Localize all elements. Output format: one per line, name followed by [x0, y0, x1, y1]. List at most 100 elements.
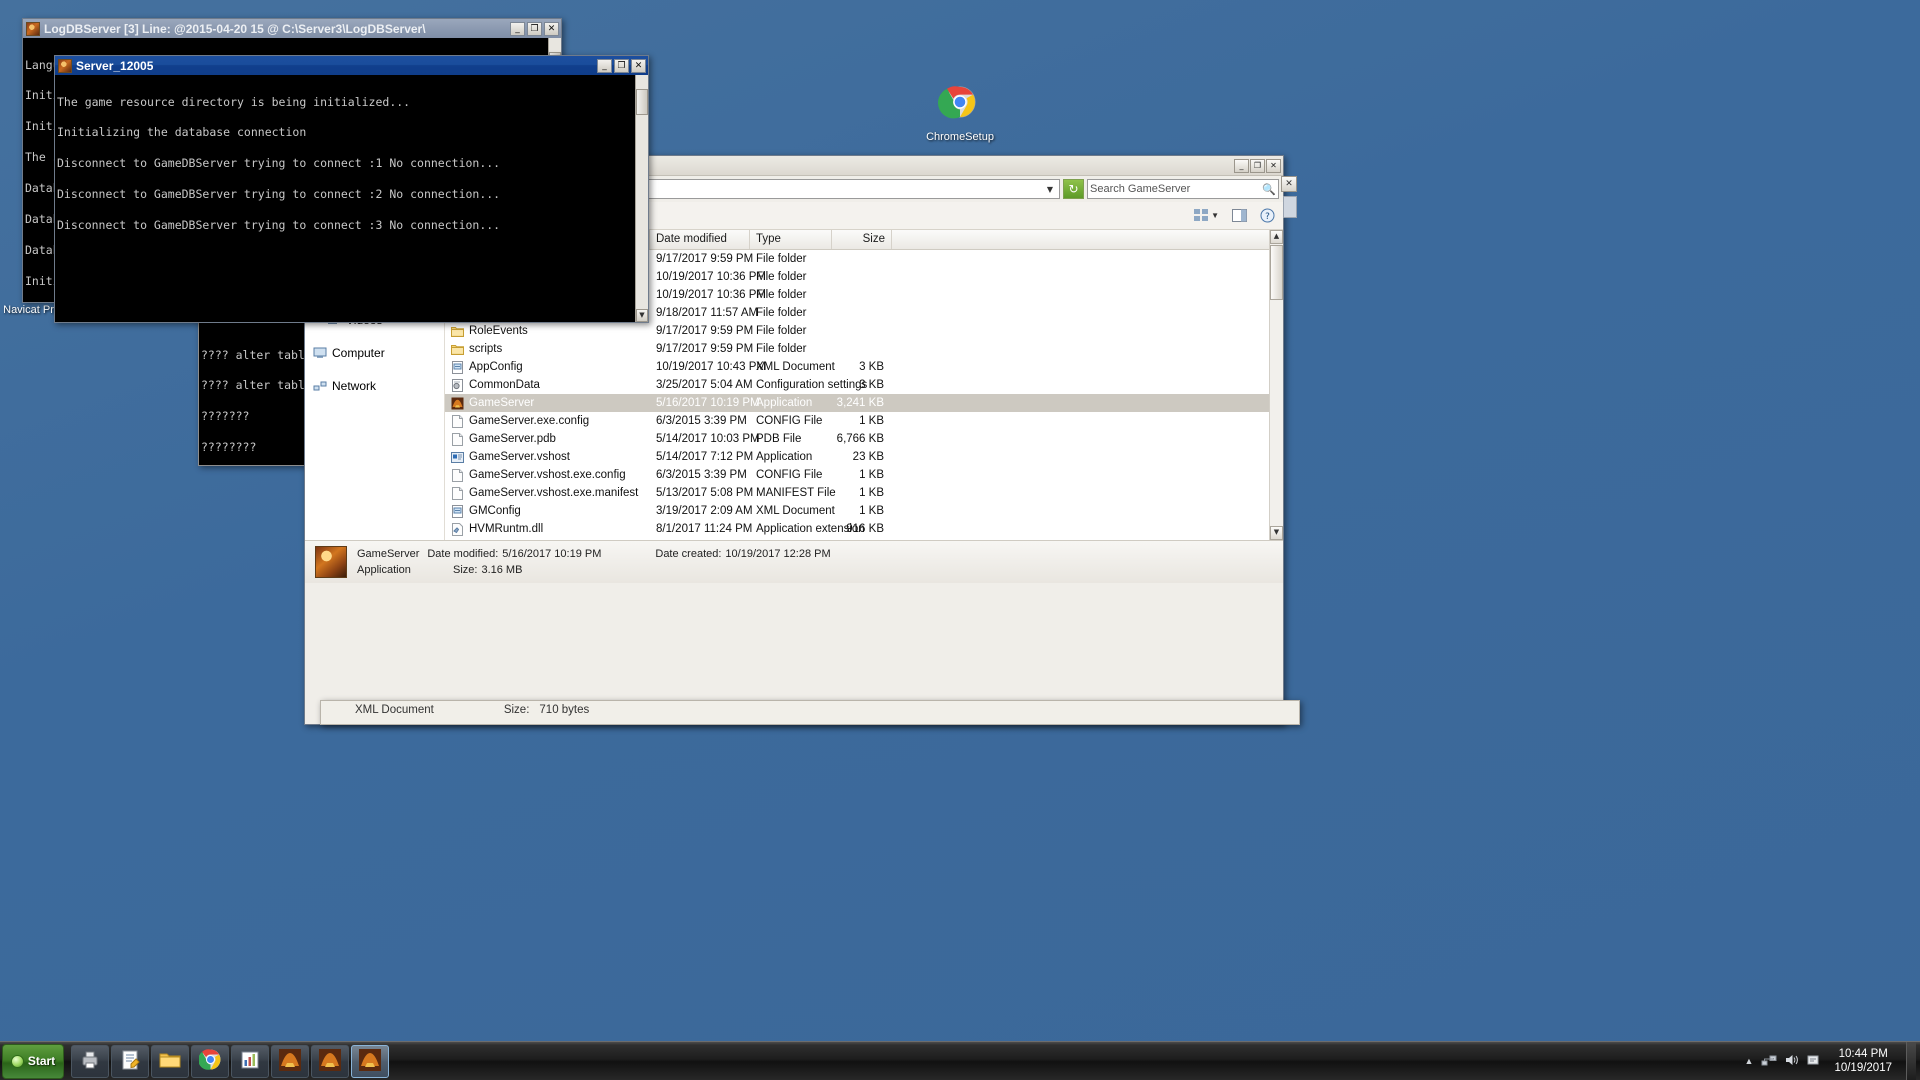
desktop-icon-chromesetup[interactable]: ChromeSetup	[915, 80, 1005, 144]
table-row[interactable]: GameServer.vshost 5/14/2017 7:12 PM Applic…	[445, 448, 1283, 466]
explorer-window-controls[interactable]: _ ❐ ✕	[1234, 158, 1281, 173]
refresh-icon[interactable]: ↻	[1063, 179, 1084, 199]
system-tray[interactable]: ▲ 10:44 PM 10/19/2017	[1745, 1041, 1920, 1080]
console-line: The game resource directory is being ini…	[57, 94, 411, 109]
scrollbar-thumb[interactable]	[636, 89, 648, 115]
column-header-type[interactable]: Type	[750, 230, 832, 249]
scroll-down-icon[interactable]: ▼	[636, 309, 648, 322]
background-explorer-window[interactable]: XML Document Size: 710 bytes	[320, 700, 1300, 725]
file-date-modified-cell: 3/19/2017 2:09 AM	[656, 505, 753, 517]
file-name-cell[interactable]: RoleEvents	[445, 325, 650, 338]
file-size-cell: 3,241 KB	[836, 397, 884, 409]
file-date-modified-cell: 10/19/2017 10:43 PM	[656, 361, 766, 373]
table-row[interactable]: GameServer.vshost.exe.manifest 5/13/2017 …	[445, 484, 1283, 502]
generic-file-icon	[451, 432, 464, 446]
file-name-cell[interactable]: GMConfig	[445, 504, 650, 518]
file-date-modified-cell: 9/18/2017 11:57 AM	[656, 307, 759, 319]
taskbar-chart-task[interactable]	[231, 1044, 269, 1078]
scroll-up-icon[interactable]: ▲	[1270, 230, 1283, 244]
table-row[interactable]: CommonData 3/25/2017 5:04 AM Configuration…	[445, 376, 1283, 394]
file-name-cell[interactable]: HVMRuntm.dll	[445, 522, 650, 536]
taskbar-gameserver-task-1[interactable]	[271, 1044, 309, 1078]
chevron-down-icon[interactable]: ▼	[1043, 185, 1057, 194]
taskbar-tasks[interactable]	[71, 1044, 389, 1078]
file-name-cell[interactable]: GameServer.exe.config	[445, 414, 650, 428]
explorer-toolbar-right[interactable]: ▼ ?	[1191, 206, 1278, 226]
table-row[interactable]: GameServer.pdb 5/14/2017 10:03 PM PDB File…	[445, 430, 1283, 448]
views-icon[interactable]: ▼	[1191, 206, 1222, 226]
tray-icons[interactable]	[1761, 1053, 1820, 1070]
file-name-cell[interactable]: CommonData	[445, 378, 650, 392]
table-row[interactable]: GMConfig 3/19/2017 2:09 AM XML Document 1 K…	[445, 502, 1283, 520]
action-center-icon[interactable]	[1806, 1053, 1820, 1070]
table-row[interactable]: AppConfig 10/19/2017 10:43 PM XML Document…	[445, 358, 1283, 376]
help-icon[interactable]: ?	[1256, 206, 1278, 226]
table-row[interactable]: GameServer 5/16/2017 10:19 PM Application 3…	[445, 394, 1283, 412]
file-name-cell[interactable]: GameServer.pdb	[445, 432, 650, 446]
column-header-size[interactable]: Size	[832, 230, 892, 249]
table-row[interactable]: RoleEvents 9/17/2017 9:59 PM File folder	[445, 322, 1283, 340]
taskbar-printer-task[interactable]	[71, 1044, 109, 1078]
taskbar-chrome-task[interactable]	[191, 1044, 229, 1078]
file-name-cell[interactable]: GameServer.vshost	[445, 451, 650, 464]
sidebar-item-computer[interactable]: Computer	[305, 343, 444, 362]
volume-icon[interactable]	[1784, 1053, 1799, 1070]
file-name-cell[interactable]: GameServer.vshost.exe.manifest	[445, 486, 650, 500]
minimize-button[interactable]: _	[510, 21, 525, 36]
table-row[interactable]: scripts 9/17/2017 9:59 PM File folder	[445, 340, 1283, 358]
file-name-cell[interactable]: AppConfig	[445, 360, 650, 374]
taskbar[interactable]: Start ▲ 10:44 PM 10/19/2017	[0, 1041, 1920, 1080]
server-12005-scrollbar[interactable]: ▲ ▼	[635, 75, 648, 322]
scroll-down-icon[interactable]: ▼	[1270, 526, 1283, 540]
sidebar-item-network[interactable]: Network	[305, 376, 444, 395]
file-name-cell[interactable]: GameServer	[445, 397, 650, 410]
maximize-button[interactable]: ❐	[527, 21, 542, 36]
file-type-cell: Application extension	[756, 523, 865, 535]
restore-button[interactable]: ❐	[1250, 158, 1265, 173]
show-desktop-button[interactable]	[1906, 1041, 1916, 1080]
logdbserver-titlebar[interactable]: LogDBServer [3] Line: @2015-04-20 15 @ C…	[23, 19, 561, 38]
game-server-icon	[58, 58, 72, 73]
table-row[interactable]: GameServer.exe.config 6/3/2015 3:39 PM CON…	[445, 412, 1283, 430]
file-type-cell: MANIFEST File	[756, 487, 836, 499]
search-input[interactable]: Search GameServer 🔍	[1087, 179, 1279, 199]
file-list-scrollbar[interactable]: ▲ ▼	[1269, 230, 1283, 540]
taskbar-gameserver-task-3[interactable]	[351, 1044, 389, 1078]
server-12005-window-controls[interactable]: _ ❐ ✕	[597, 58, 646, 73]
scrollbar-fragment[interactable]	[1283, 196, 1297, 218]
taskbar-explorer-task[interactable]	[151, 1044, 189, 1078]
taskbar-notepad-task[interactable]	[111, 1044, 149, 1078]
game-server-icon	[451, 397, 464, 410]
close-button[interactable]: ✕	[1266, 158, 1281, 173]
network-icon[interactable]	[1761, 1053, 1777, 1070]
server-12005-window[interactable]: Server_12005 _ ❐ ✕ The game resource dir…	[54, 55, 649, 323]
table-row[interactable]: KF.Client.HuanYingSiYuan.dll6/3/2015 8:1…	[445, 538, 1283, 540]
start-button[interactable]: Start	[2, 1043, 64, 1079]
file-date-modified-cell: 8/1/2017 11:24 PM	[656, 523, 753, 535]
column-header-date-modified[interactable]: Date modified	[650, 230, 750, 249]
taskbar-gameserver-task-2[interactable]	[311, 1044, 349, 1078]
minimize-button[interactable]: _	[1234, 158, 1249, 173]
chrome-icon	[197, 1048, 222, 1074]
computer-icon	[313, 346, 327, 360]
file-size-cell: 1 KB	[859, 469, 884, 481]
maximize-button[interactable]: ❐	[614, 58, 629, 73]
close-button[interactable]: ✕	[544, 21, 559, 36]
table-row[interactable]: GameServer.vshost.exe.config 6/3/2015 3:3…	[445, 466, 1283, 484]
preview-pane-icon[interactable]	[1228, 206, 1250, 226]
table-row[interactable]: HVMRuntm.dll 8/1/2017 11:24 PM Application…	[445, 520, 1283, 538]
file-size-cell: 6,766 KB	[836, 433, 884, 445]
scrollbar-thumb[interactable]	[1270, 245, 1283, 300]
minimize-button[interactable]: _	[597, 58, 612, 73]
chevron-up-icon[interactable]: ▲	[1745, 1056, 1754, 1066]
server-12005-titlebar[interactable]: Server_12005 _ ❐ ✕	[55, 56, 648, 75]
file-date-modified-cell: 5/14/2017 7:12 PM	[656, 451, 754, 463]
taskbar-clock[interactable]: 10:44 PM 10/19/2017	[1828, 1047, 1898, 1075]
close-button[interactable]: ✕	[631, 58, 646, 73]
file-name-cell[interactable]: GameServer.vshost.exe.config	[445, 468, 650, 482]
details-date-created-label: Date created:	[655, 548, 722, 560]
chevron-down-icon[interactable]: ▼	[1211, 211, 1219, 220]
file-name-cell[interactable]: scripts	[445, 343, 650, 356]
close-icon[interactable]: ✕	[1281, 176, 1297, 192]
logdbserver-window-controls[interactable]: _ ❐ ✕	[510, 21, 559, 36]
